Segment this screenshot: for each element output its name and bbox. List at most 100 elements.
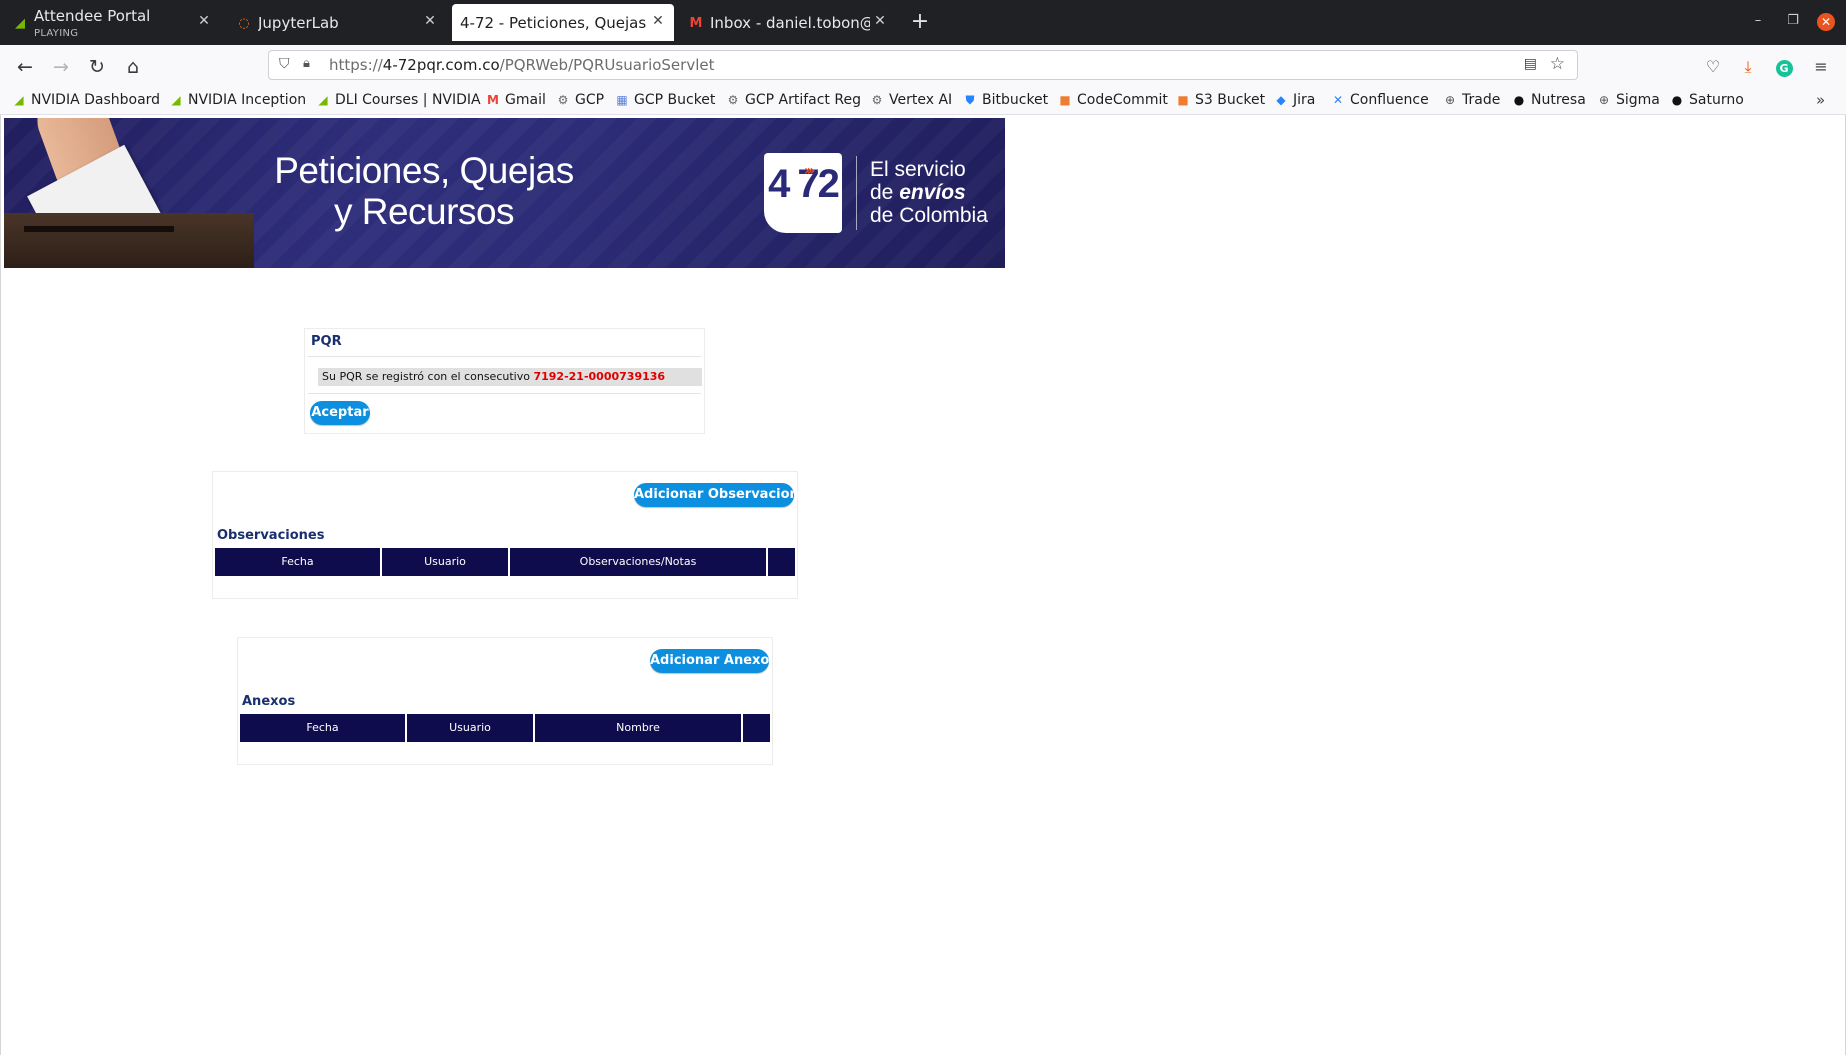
dark-circle-icon: ● (1671, 93, 1683, 107)
minimize-icon[interactable]: – (1748, 13, 1768, 28)
bookmark-dli-courses[interactable]: ◢ DLI Courses | NVIDIA (316, 90, 480, 110)
download-icon[interactable]: ⤓ (1737, 56, 1759, 78)
logo-chevrons-icon: ››› (804, 163, 815, 179)
column-header-usuario: Usuario (407, 714, 535, 742)
bookmark-label: Trade (1462, 92, 1501, 108)
new-tab-button[interactable]: + (908, 10, 932, 34)
column-header-actions (743, 714, 770, 742)
bookmark-gcp-artifact-reg[interactable]: ⚙ GCP Artifact Reg (726, 90, 861, 110)
url-path: /PQRWeb/PQRUsuarioServlet (499, 56, 715, 74)
bookmark-sigma[interactable]: ⊕ Sigma (1597, 90, 1660, 110)
bucket-icon: ▦ (616, 93, 628, 107)
observaciones-title: Observaciones (217, 528, 325, 543)
bookmark-vertex-ai[interactable]: ⚙ Vertex AI (870, 90, 953, 110)
bitbucket-icon: ⛊ (965, 93, 975, 107)
banner-slogan: El servicio de envíos de Colombia (870, 158, 988, 227)
gmail-icon: M (689, 15, 703, 31)
gcp-icon: ⚙ (557, 93, 569, 107)
reload-icon[interactable]: ↻ (84, 55, 110, 79)
confluence-icon: ✕ (1332, 93, 1344, 107)
column-header-observaciones-notas: Observaciones/Notas (510, 548, 768, 576)
anexos-title: Anexos (242, 694, 296, 709)
bookmark-saturno[interactable]: ● Saturno (1670, 90, 1744, 110)
url-text[interactable]: https://4-72pqr.com.co/PQRWeb/PQRUsuario… (329, 56, 714, 74)
banner-title-line1: Peticiones, Quejas (274, 150, 574, 191)
bookmark-label: GCP (575, 92, 605, 108)
home-icon[interactable]: ⌂ (120, 55, 146, 79)
logo-separator (856, 156, 857, 230)
column-header-fecha: Fecha (240, 714, 407, 742)
4-72-logo: 4 72 ››› (764, 153, 842, 233)
bookmark-gmail[interactable]: M Gmail (486, 90, 546, 110)
banner-title-line2: y Recursos (333, 191, 515, 232)
grammarly-icon[interactable]: G (1773, 56, 1795, 78)
tab-attendee-portal[interactable]: ◢ Attendee Portal PLAYING ✕ (2, 4, 220, 41)
tab-title: 4-72 - Peticiones, Quejas y Re (460, 14, 646, 32)
bookmark-bitbucket[interactable]: ⛊ Bitbucket (963, 90, 1048, 110)
aws-icon: ■ (1177, 93, 1189, 107)
bookmark-star-icon[interactable]: ☆ (1550, 54, 1565, 74)
anexos-table-header: Fecha Usuario Nombre (240, 714, 770, 742)
nvidia-icon: ◢ (14, 93, 24, 107)
menu-icon[interactable]: ≡ (1810, 56, 1832, 78)
bookmark-label: Nutresa (1531, 92, 1586, 108)
add-attachment-button[interactable]: Adicionar Anexo (650, 649, 769, 673)
nvidia-icon: ◢ (171, 93, 181, 107)
nvidia-icon: ◢ (318, 93, 328, 107)
shield-icon[interactable]: ⛉ (279, 56, 290, 72)
accept-button[interactable]: Aceptar (310, 401, 370, 425)
tab-title: JupyterLab (258, 14, 339, 32)
back-arrow-icon[interactable]: ← (12, 55, 38, 79)
tab-4-72-pqr[interactable]: 4-72 - Peticiones, Quejas y Re ✕ (452, 4, 674, 41)
tab-jupyterlab[interactable]: ◌ JupyterLab ✕ (226, 4, 446, 41)
observaciones-panel: Adicionar Observacion Observaciones Fech… (212, 471, 799, 599)
lock-icon[interactable]: 🔒︎ (303, 56, 310, 71)
bookmark-label: GCP Artifact Reg (745, 92, 861, 108)
bookmark-label: NVIDIA Inception (188, 92, 307, 108)
bookmark-codecommit[interactable]: ■ CodeCommit (1058, 90, 1168, 110)
bookmark-nvidia-inception[interactable]: ◢ NVIDIA Inception (169, 90, 306, 110)
reader-view-icon[interactable]: ▤ (1524, 56, 1537, 72)
pqr-confirmation-message: Su PQR se registró con el consecutivo 71… (318, 368, 702, 386)
bookmark-label: Sigma (1616, 92, 1660, 108)
close-icon[interactable]: ✕ (196, 13, 212, 29)
window-close-icon[interactable]: ✕ (1817, 13, 1835, 31)
bookmark-label: GCP Bucket (634, 92, 716, 108)
bookmark-label: Jira (1293, 92, 1316, 108)
bookmark-gcp[interactable]: ⚙ GCP (556, 90, 604, 110)
banner-title: Peticiones, Quejas y Recursos (274, 150, 574, 232)
globe-icon: ⊕ (1444, 93, 1456, 107)
slogan-de: de (870, 181, 894, 204)
forward-arrow-icon[interactable]: → (48, 55, 74, 79)
bookmark-nutresa[interactable]: ● Nutresa (1512, 90, 1586, 110)
column-header-nombre: Nombre (535, 714, 743, 742)
address-bar[interactable]: ⛉ 🔒︎ https://4-72pqr.com.co/PQRWeb/PQRUs… (268, 50, 1578, 80)
pqr-message-text: Su PQR se registró con el consecutivo (322, 370, 530, 383)
bookmark-trade[interactable]: ⊕ Trade (1443, 90, 1500, 110)
ballot-box-illustration (4, 213, 254, 268)
bookmark-label: Confluence (1350, 92, 1429, 108)
bookmark-confluence[interactable]: ✕ Confluence (1331, 90, 1429, 110)
bookmark-nvidia-dashboard[interactable]: ◢ NVIDIA Dashboard (12, 90, 160, 110)
chevron-double-right-icon[interactable]: » (1816, 91, 1825, 109)
close-icon[interactable]: ✕ (872, 13, 888, 29)
navigation-toolbar: ← → ↻ ⌂ ⛉ 🔒︎ https://4-72pqr.com.co/PQRW… (0, 45, 1846, 87)
ballot-box-slot (24, 226, 174, 232)
close-icon[interactable]: ✕ (650, 13, 666, 29)
bookmark-s3-bucket[interactable]: ■ S3 Bucket (1176, 90, 1265, 110)
dark-circle-icon: ● (1513, 93, 1525, 107)
close-icon[interactable]: ✕ (422, 13, 438, 29)
gmail-icon: M (487, 93, 499, 107)
pocket-icon[interactable]: ♡ (1702, 56, 1724, 78)
bookmark-gcp-bucket[interactable]: ▦ GCP Bucket (615, 90, 715, 110)
bookmark-jira[interactable]: ◆ Jira (1274, 90, 1315, 110)
logo-number: 4 72 (768, 162, 840, 206)
slogan-envios: envíos (899, 181, 966, 204)
jira-icon: ◆ (1276, 93, 1286, 107)
tab-gmail-inbox[interactable]: M Inbox - daniel.tobon@ait ✕ (678, 4, 896, 41)
browser-tab-bar: ◢ Attendee Portal PLAYING ✕ ◌ JupyterLab… (0, 0, 1846, 45)
restore-icon[interactable]: ❐ (1783, 13, 1803, 28)
jupyter-icon: ◌ (238, 15, 250, 31)
add-observation-button[interactable]: Adicionar Observacion (634, 483, 799, 507)
pqr-consecutive-number: 7192-21-0000739136 (533, 370, 666, 383)
